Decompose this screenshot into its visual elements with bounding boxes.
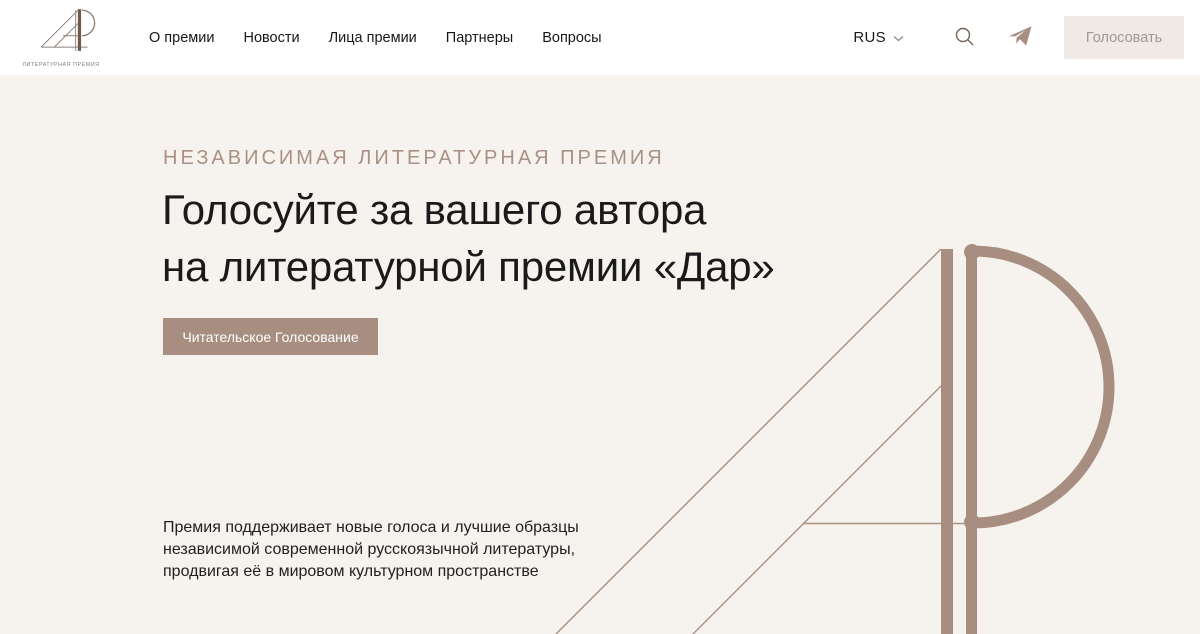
hero-title: Голосуйте за вашего автора на литературн…: [162, 181, 775, 295]
language-label: RUS: [853, 29, 886, 46]
search-icon: [954, 26, 975, 50]
language-selector[interactable]: RUS: [853, 29, 904, 47]
logo-monogram-icon: [25, 7, 97, 60]
hero-title-line2: на литературной премии «Дар»: [162, 238, 775, 295]
main-nav: О премии Новости Лица премии Партнеры Во…: [149, 30, 602, 46]
nav-item-questions[interactable]: Вопросы: [542, 30, 601, 46]
hero-eyebrow: НЕЗАВИСИМАЯ ЛИТЕРАТУРНАЯ ПРЕМИЯ: [163, 147, 665, 170]
nav-item-news[interactable]: Новости: [243, 30, 299, 46]
logo-caption: ЛИТЕРАТУРНАЯ ПРЕМИЯ: [22, 62, 99, 68]
telegram-button[interactable]: [1008, 25, 1033, 50]
header: ЛИТЕРАТУРНАЯ ПРЕМИЯ О премии Новости Лиц…: [0, 0, 1200, 75]
vote-button[interactable]: Голосовать: [1064, 16, 1184, 59]
nav-item-about[interactable]: О премии: [149, 30, 214, 46]
logo[interactable]: ЛИТЕРАТУРНАЯ ПРЕМИЯ: [25, 7, 97, 68]
nav-item-faces[interactable]: Лица премии: [329, 30, 417, 46]
nav-item-partners[interactable]: Партнеры: [446, 30, 513, 46]
chevron-down-icon: [893, 29, 904, 47]
hero-section: НЕЗАВИСИМАЯ ЛИТЕРАТУРНАЯ ПРЕМИЯ Голосуйт…: [0, 75, 1200, 634]
header-actions: RUS: [853, 16, 1184, 59]
hero-title-line1: Голосуйте за вашего автора: [162, 181, 775, 238]
hero-content: НЕЗАВИСИМАЯ ЛИТЕРАТУРНАЯ ПРЕМИЯ Голосуйт…: [0, 75, 1200, 634]
hero-description: Премия поддерживает новые голоса и лучши…: [163, 517, 583, 583]
reader-voting-button[interactable]: Читательское Голосование: [163, 318, 378, 355]
page: ЛИТЕРАТУРНАЯ ПРЕМИЯ О премии Новости Лиц…: [0, 0, 1200, 634]
telegram-icon: [1008, 25, 1033, 50]
search-button[interactable]: [954, 26, 975, 50]
